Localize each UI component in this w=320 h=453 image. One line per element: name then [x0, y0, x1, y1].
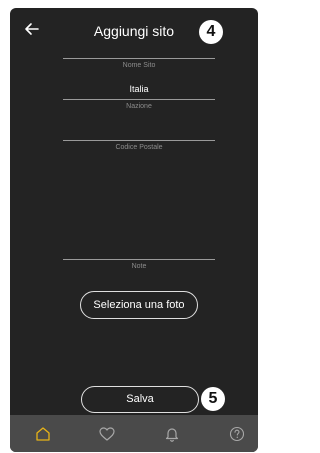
app-screen: Aggiungi sito 4 Nome Sito Italia Nazione…	[10, 8, 258, 452]
step-badge: 4	[199, 20, 223, 44]
country-label: Nazione	[126, 103, 152, 110]
postal-code-label: Codice Postale	[115, 144, 163, 151]
country-underline	[63, 99, 215, 100]
notes-underline	[63, 259, 215, 260]
help-icon[interactable]	[228, 425, 246, 443]
heart-icon[interactable]	[98, 425, 116, 443]
bottom-nav	[10, 415, 258, 452]
bell-icon[interactable]	[163, 425, 181, 443]
home-icon[interactable]	[34, 425, 52, 443]
notes-label: Note	[131, 263, 147, 270]
save-button[interactable]: Salva	[81, 386, 199, 413]
site-name-label: Nome Sito	[122, 62, 156, 69]
postal-code-underline	[63, 140, 215, 141]
country-input[interactable]: Italia	[63, 84, 215, 94]
site-name-underline	[63, 58, 215, 59]
save-step-badge: 5	[201, 387, 225, 411]
select-photo-button[interactable]: Seleziona una foto	[80, 291, 198, 319]
